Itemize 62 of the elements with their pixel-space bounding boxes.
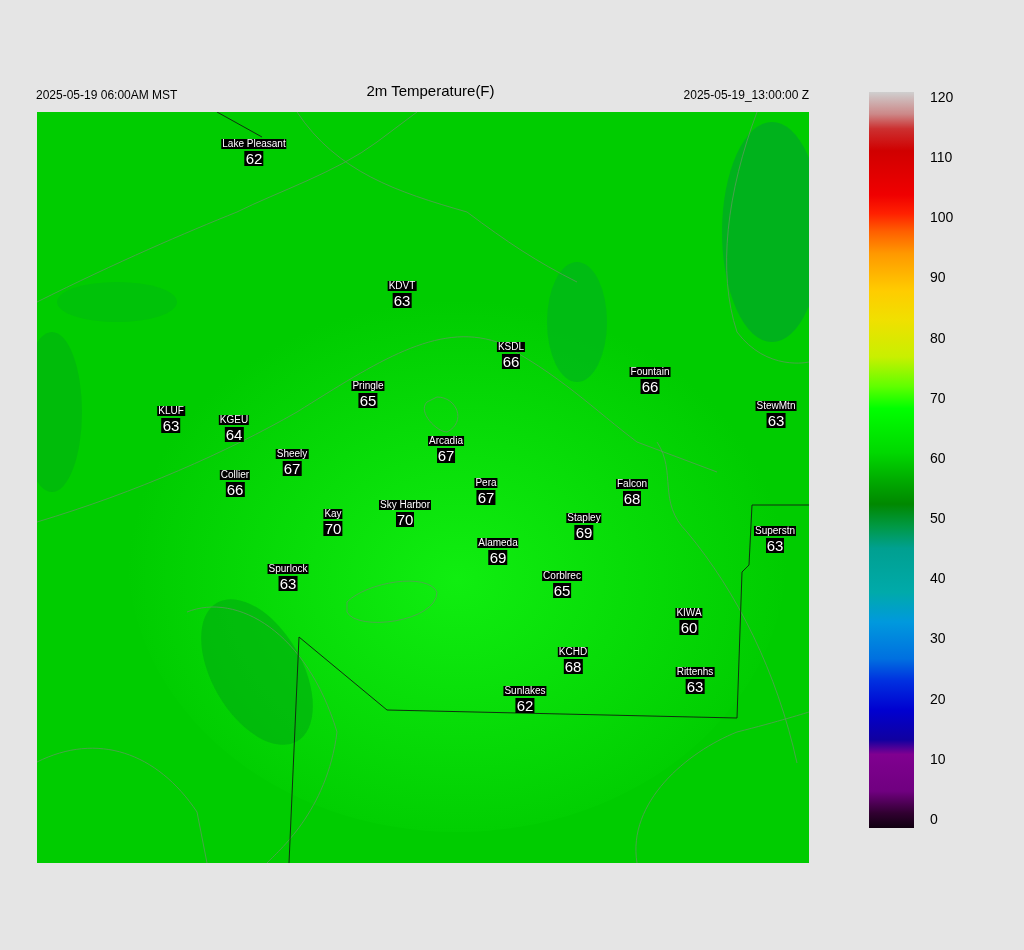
- station-name: KGEU: [218, 415, 250, 425]
- temperature-value: 66: [225, 482, 245, 497]
- colorbar-tick-label: 80: [929, 330, 947, 345]
- station-name: Kay: [323, 509, 343, 519]
- temperature-value: 67: [282, 461, 302, 476]
- station-name: Stapley: [566, 513, 602, 523]
- station-name: Sheely: [275, 449, 309, 459]
- temperature-value: 64: [224, 427, 244, 442]
- station-name: Corblrec: [542, 571, 582, 581]
- station-name: Falcon: [616, 479, 648, 489]
- temperature-value: 69: [488, 550, 508, 565]
- temperature-value: 70: [323, 521, 343, 536]
- station-name: Arcadia: [428, 436, 464, 446]
- colorbar-tick-label: 0: [929, 811, 939, 826]
- temperature-value: 68: [622, 491, 642, 506]
- colorbar-tick-label: 90: [929, 270, 947, 285]
- colorbar-tick-label: 10: [929, 751, 947, 766]
- colorbar-tick-label: 30: [929, 631, 947, 646]
- station-name: Sky Harbor: [379, 500, 431, 510]
- station-name: Lake Pleasant: [221, 139, 287, 149]
- colorbar-tick-label: 40: [929, 571, 947, 586]
- colorbar-tick-label: 20: [929, 691, 947, 706]
- temperature-value: 65: [358, 393, 378, 408]
- temperature-value: 67: [476, 490, 496, 505]
- station-name: Spurlock: [267, 564, 309, 574]
- colorbar-tick-label: 110: [929, 150, 954, 165]
- temperature-value: 66: [640, 379, 660, 394]
- station-name: Fountain: [629, 367, 671, 377]
- valid-time-local: 2025-05-19 06:00AM MST: [36, 88, 178, 102]
- station-name: Collier: [219, 470, 251, 480]
- temperature-value: 63: [161, 418, 181, 433]
- station-name: KSDL: [496, 342, 526, 352]
- station-name: Alameda: [477, 538, 519, 548]
- station-name: Superstn: [754, 526, 796, 536]
- station-name: KCHD: [557, 647, 589, 657]
- station-name: Pera: [474, 478, 498, 488]
- temperature-value: 62: [244, 151, 264, 166]
- colorbar-tick-label: 70: [929, 390, 947, 405]
- temperature-value: 70: [395, 512, 415, 527]
- station-name: Rittenhs: [675, 667, 715, 677]
- station-name: KIWA: [675, 608, 703, 618]
- chart-title: 2m Temperature(F): [366, 82, 495, 99]
- temperature-value: 62: [515, 698, 535, 713]
- colorbar-tick-label: 120: [929, 90, 954, 104]
- station-name: KLUF: [157, 406, 185, 416]
- station-name: KDVT: [387, 281, 417, 291]
- station-name: Pringle: [351, 381, 385, 391]
- station-name: Sunlakes: [503, 686, 547, 696]
- valid-time-utc: 2025-05-19_13:00:00 Z: [683, 88, 809, 102]
- temperature-value: 60: [679, 620, 699, 635]
- temperature-value: 63: [278, 576, 298, 591]
- temperature-value: 63: [766, 413, 786, 428]
- station-name: StewMtn: [755, 401, 797, 411]
- temperature-value: 68: [563, 659, 583, 674]
- temperature-value: 63: [765, 538, 785, 553]
- colorbar-tick-label: 60: [929, 450, 947, 465]
- temperature-value: 63: [392, 293, 412, 308]
- temperature-value: 69: [574, 525, 594, 540]
- temperature-value: 63: [685, 679, 705, 694]
- colorbar-tick-label: 100: [929, 210, 954, 225]
- temperature-value: 66: [501, 354, 521, 369]
- colorbar-tick-label: 50: [929, 511, 947, 526]
